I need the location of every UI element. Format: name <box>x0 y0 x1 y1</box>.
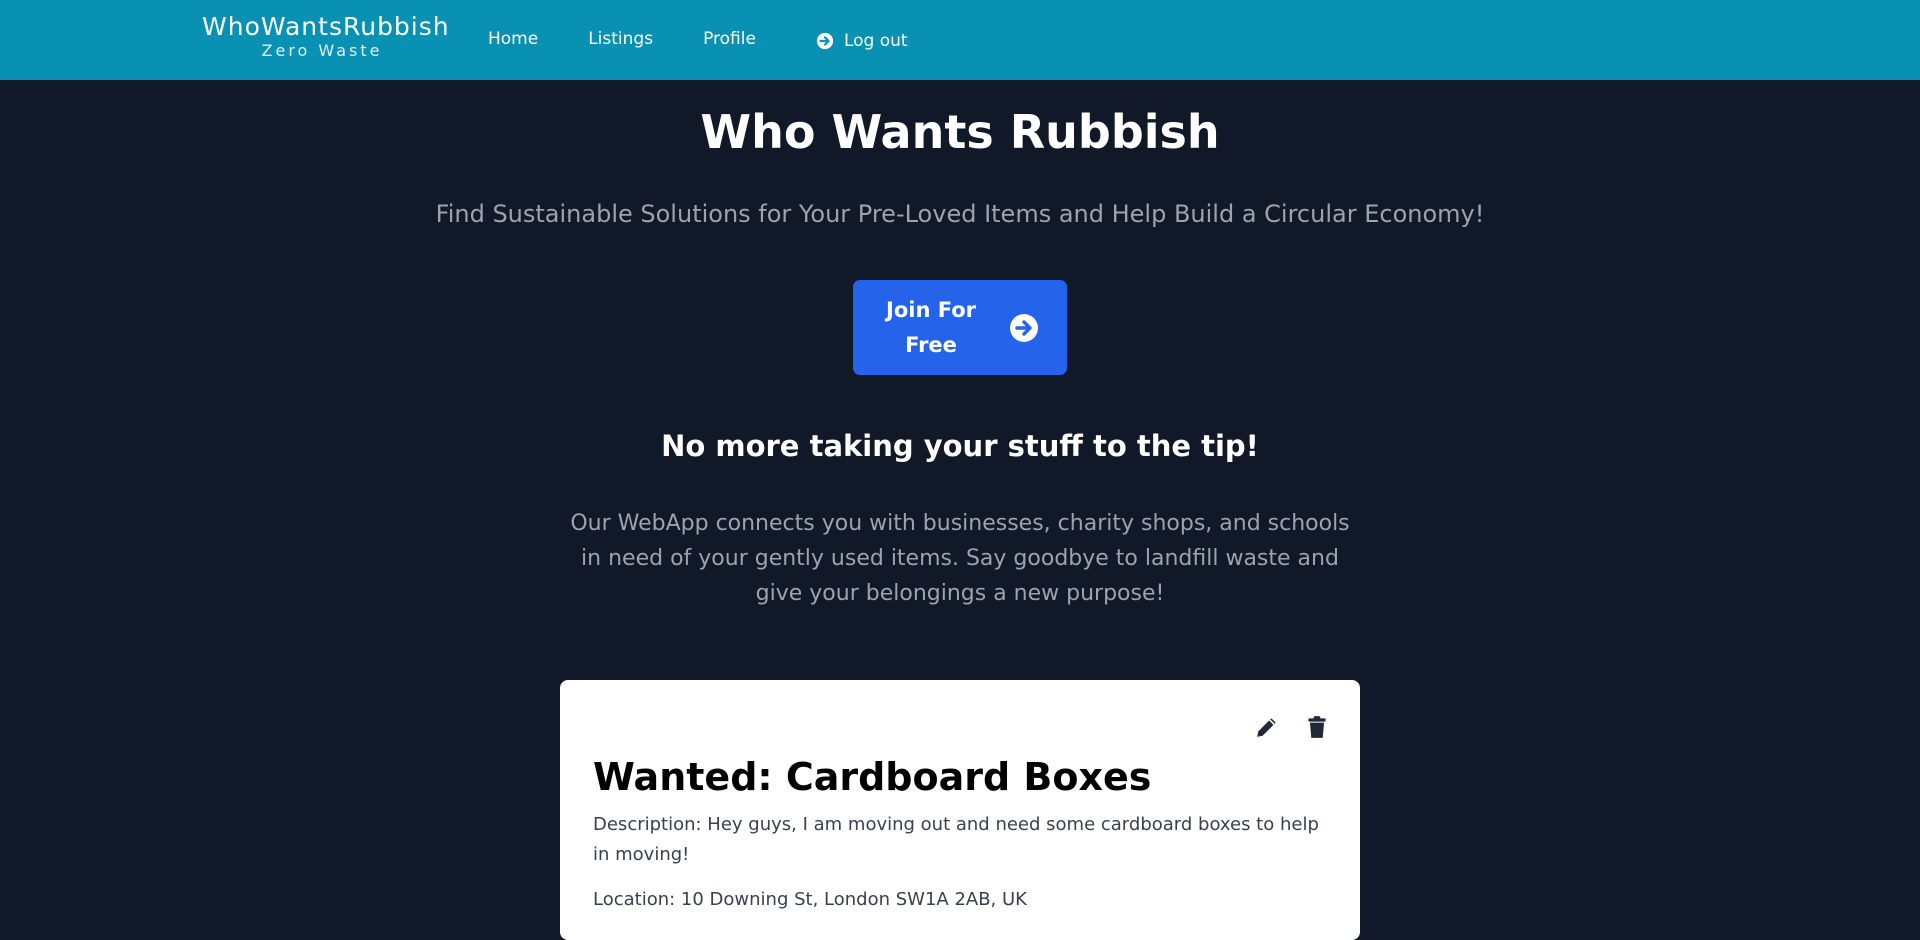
intro-text: Our WebApp connects you with businesses,… <box>570 511 1350 606</box>
nav-link-profile[interactable]: Profile <box>703 26 756 52</box>
arrow-circle-right-icon <box>1009 313 1039 343</box>
arrow-circle-right-icon <box>816 32 834 50</box>
listing-card: Wanted: Cardboard Boxes Description: Hey… <box>560 680 1360 940</box>
listing-title: Wanted: Cardboard Boxes <box>593 755 1152 799</box>
hero-subtitle: Find Sustainable Solutions for Your Pre-… <box>435 200 1485 228</box>
card-actions <box>1230 714 1330 740</box>
join-for-free-button[interactable]: Join For Free <box>853 280 1067 375</box>
page-title: Who Wants Rubbish <box>700 105 1220 159</box>
navbar: WhoWantsRubbish Zero Waste Home Listings… <box>0 0 1920 80</box>
nav-link-home[interactable]: Home <box>488 26 538 52</box>
trash-icon[interactable] <box>1304 714 1330 740</box>
site-logo[interactable]: WhoWantsRubbish Zero Waste <box>202 12 450 60</box>
logout-button[interactable]: Log out <box>816 31 908 51</box>
logo-subtitle: Zero Waste <box>261 41 383 60</box>
listing-location: Location: 10 Downing St, London SW1A 2AB… <box>593 889 1027 910</box>
listing-description: Description: Hey guys, I am moving out a… <box>593 814 1319 865</box>
logout-label: Log out <box>843 31 908 51</box>
nav-links: Home Listings Profile Log out <box>488 26 908 52</box>
tagline: No more taking your stuff to the tip! <box>661 429 1259 463</box>
join-button-label: Join For Free <box>886 297 976 357</box>
logo-title: WhoWantsRubbish <box>202 12 450 41</box>
nav-link-listings[interactable]: Listings <box>588 26 653 52</box>
pencil-icon[interactable] <box>1254 714 1280 740</box>
